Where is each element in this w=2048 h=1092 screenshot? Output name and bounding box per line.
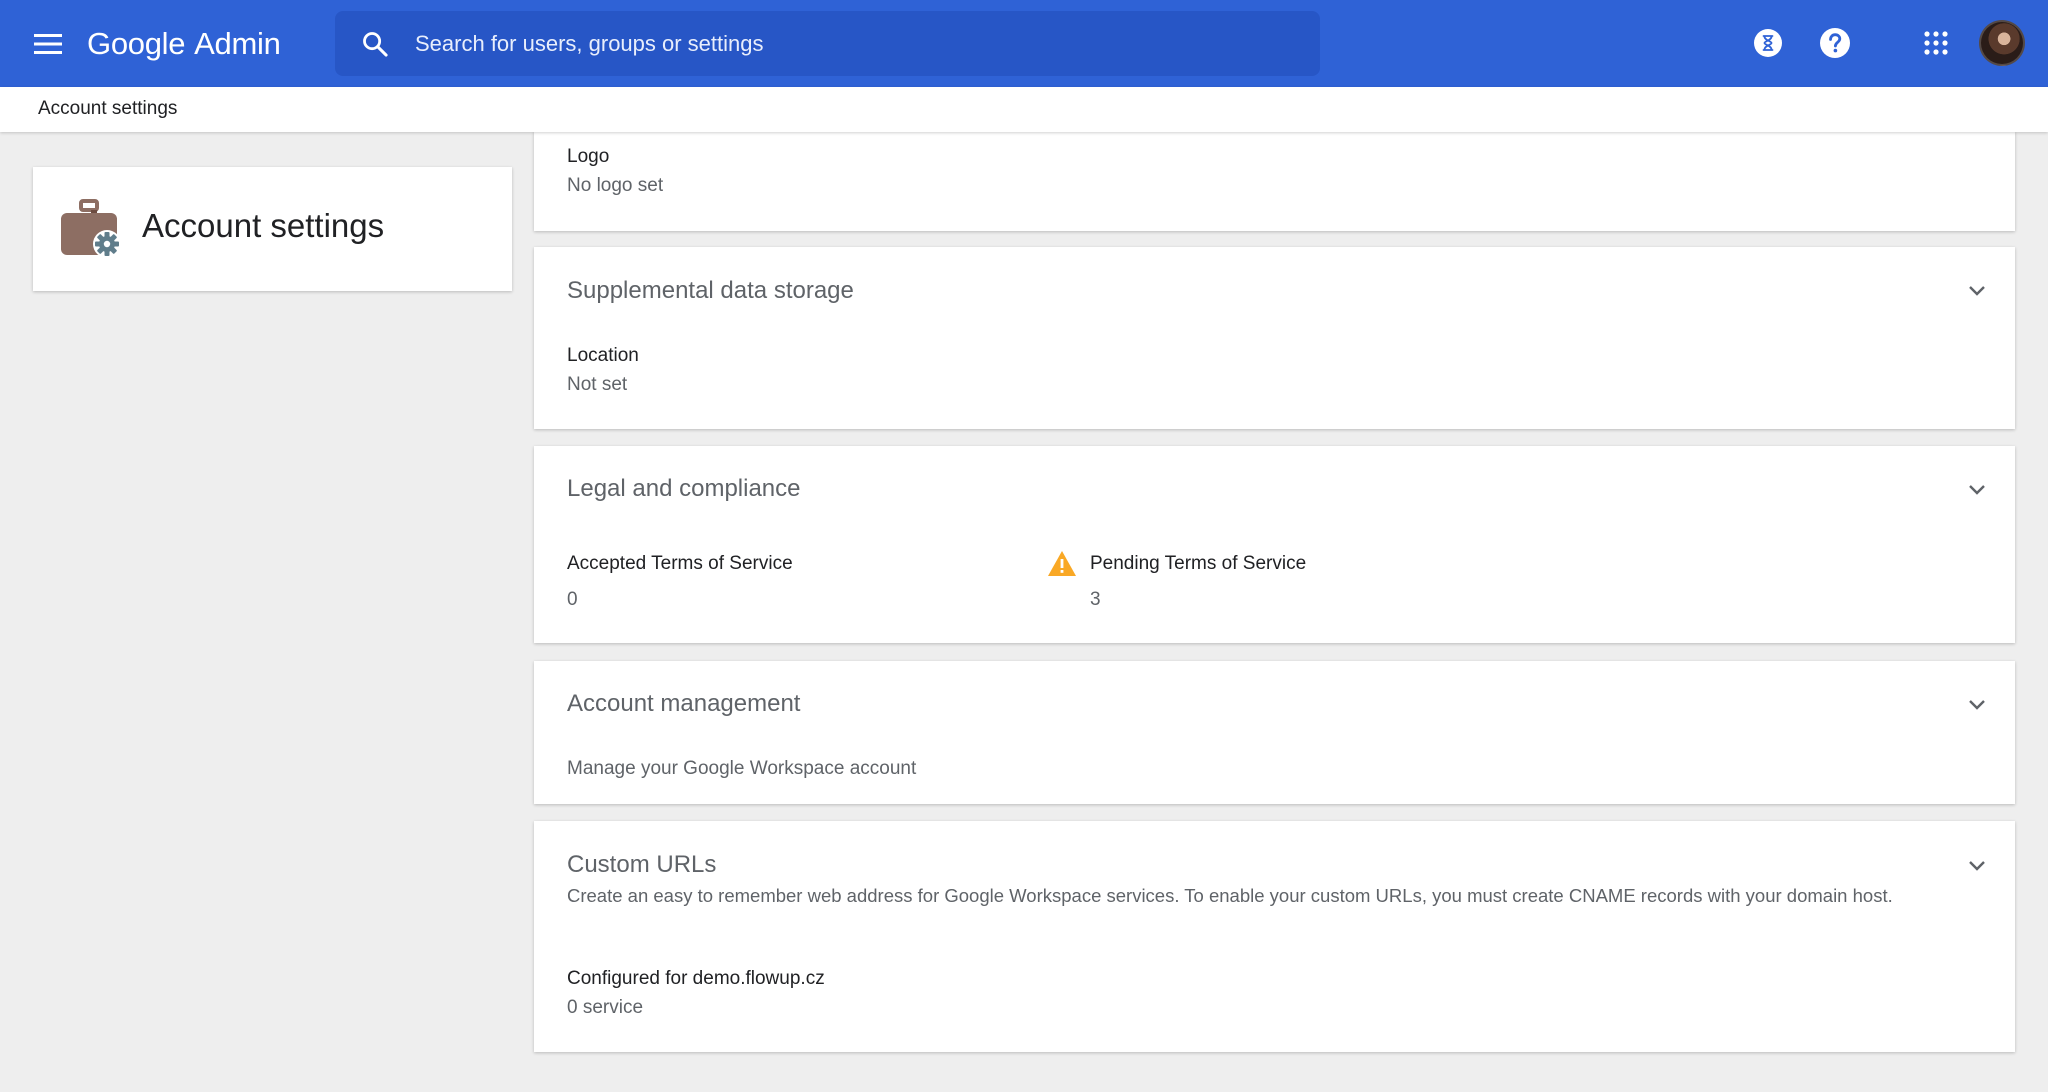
search-bar[interactable] — [335, 11, 1320, 76]
chevron-down-icon — [1969, 700, 1985, 710]
breadcrumb-account-settings[interactable]: Account settings — [38, 98, 177, 120]
custom-urls-card[interactable]: Custom URLs Create an easy to remember w… — [534, 821, 2015, 1052]
chevron-down-icon — [1969, 861, 1985, 871]
warning-icon — [1048, 551, 1076, 576]
configured-services-value: 0 service — [567, 997, 644, 1018]
accepted-tos-value: 0 — [567, 589, 578, 610]
main-menu-button[interactable] — [28, 24, 68, 64]
brand-google: Google — [87, 26, 186, 61]
apps-grid-icon — [1924, 31, 1948, 55]
account-settings-card: Account settings — [33, 167, 512, 291]
apps-button[interactable] — [1918, 25, 1954, 61]
account-management-expand-button[interactable] — [1961, 689, 1993, 721]
chevron-down-icon — [1969, 286, 1985, 296]
pending-tos-label[interactable]: Pending Terms of Service — [1090, 553, 1306, 575]
storage-title: Supplemental data storage — [567, 277, 854, 304]
google-admin-logo[interactable]: Google Admin — [87, 24, 281, 64]
help-icon — [1820, 28, 1850, 58]
legal-compliance-card[interactable]: Legal and compliance Accepted Terms of S… — [534, 446, 2015, 643]
tasks-button[interactable] — [1750, 25, 1786, 61]
legal-title: Legal and compliance — [567, 475, 801, 502]
custom-urls-expand-button[interactable] — [1961, 850, 1993, 882]
account-management-card[interactable]: Account management Manage your Google Wo… — [534, 661, 2015, 804]
logo-label: Logo — [567, 146, 610, 167]
storage-expand-button[interactable] — [1961, 275, 1993, 307]
custom-urls-title: Custom URLs — [567, 851, 717, 878]
help-button[interactable] — [1817, 25, 1853, 61]
account-avatar[interactable] — [1979, 20, 2025, 66]
location-label: Location — [567, 345, 639, 366]
breadcrumb: Account settings — [0, 87, 2048, 132]
hourglass-icon — [1754, 29, 1782, 57]
custom-urls-description: Create an easy to remember web address f… — [567, 885, 1893, 906]
account-management-title: Account management — [567, 690, 801, 717]
chevron-down-icon — [1969, 485, 1985, 495]
configured-domain-label: Configured for demo.flowup.cz — [567, 968, 825, 989]
briefcase-gear-icon — [61, 199, 121, 258]
account-management-description: Manage your Google Workspace account — [567, 758, 917, 779]
logo-value: No logo set — [567, 175, 664, 196]
menu-icon — [34, 34, 62, 54]
supplemental-data-storage-card[interactable]: Supplemental data storage Location Not s… — [534, 247, 2015, 429]
search-icon — [363, 31, 388, 57]
logo-card[interactable]: Logo No logo set — [534, 131, 2015, 231]
top-app-bar: Google Admin — [0, 0, 2048, 87]
pending-tos-value: 3 — [1090, 589, 1101, 610]
accepted-tos-label[interactable]: Accepted Terms of Service — [567, 553, 793, 575]
search-input[interactable] — [415, 11, 1320, 76]
sidebar-card-title: Account settings — [142, 207, 385, 244]
brand-admin: Admin — [194, 26, 281, 61]
location-value: Not set — [567, 374, 628, 395]
legal-expand-button[interactable] — [1961, 474, 1993, 506]
